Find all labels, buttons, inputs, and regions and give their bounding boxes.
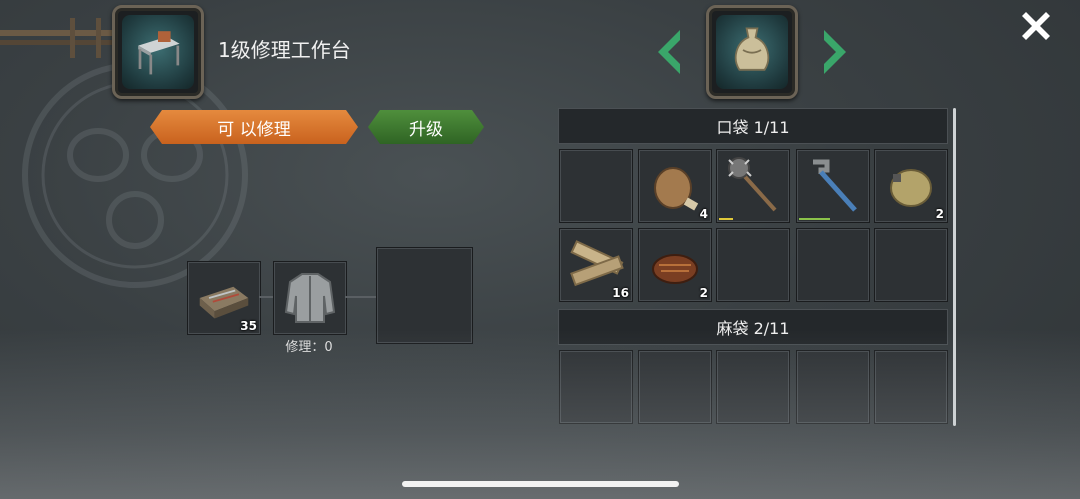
pocket-slot[interactable]: 4 (638, 149, 712, 223)
water-canteen-icon (890, 169, 932, 207)
sack-slot[interactable] (638, 350, 712, 424)
jacket-icon (284, 273, 336, 323)
upgrade-button[interactable]: 升级 (368, 110, 484, 144)
pocket-slot[interactable] (796, 228, 870, 302)
repair-button[interactable]: 可 以修理 (150, 110, 358, 144)
pocket-slot[interactable] (874, 228, 948, 302)
repair-count-label: 修理：0 (285, 340, 333, 355)
pipe-wrench-icon (813, 159, 857, 212)
next-container-arrow[interactable] (820, 28, 850, 76)
sack-icon (734, 27, 770, 71)
inventory-scrollbar[interactable] (953, 108, 956, 426)
pocket-header: 口袋 1/11 (558, 108, 948, 144)
previous-container-arrow[interactable] (654, 28, 684, 76)
sack-slot[interactable] (874, 350, 948, 424)
container-monitor (706, 5, 798, 99)
spiked-club-icon (728, 157, 777, 212)
item-count: 35 (240, 319, 257, 333)
cooked-meat-icon (652, 254, 698, 284)
item-count: 16 (612, 286, 629, 300)
repair-target-slot[interactable] (273, 261, 347, 335)
item-count: 4 (699, 207, 708, 221)
toolbox-icon (199, 286, 249, 319)
repair-output-slot[interactable] (376, 247, 473, 344)
pocket-slot[interactable]: 16 (559, 228, 633, 302)
pocket-slot[interactable]: 2 (638, 228, 712, 302)
pocket-slot[interactable]: 2 (874, 149, 948, 223)
sack-slot[interactable] (796, 350, 870, 424)
item-count: 2 (699, 286, 708, 300)
pocket-slot[interactable] (796, 149, 870, 223)
pocket-slot[interactable] (716, 228, 790, 302)
pocket-slot[interactable] (716, 149, 790, 223)
workbench-icon (138, 31, 180, 75)
repair-material-slot[interactable]: 35 (187, 261, 261, 335)
pocket-slot[interactable] (559, 149, 633, 223)
durability-bar (719, 218, 733, 220)
pipes-decoration (0, 18, 116, 58)
home-indicator[interactable] (402, 481, 679, 487)
connector-line (345, 296, 376, 298)
page-title: 1级修理工作台 (218, 38, 351, 62)
workstation-monitor (112, 5, 204, 99)
flask-icon (654, 167, 699, 211)
durability-bar (799, 218, 830, 220)
sack-slot[interactable] (716, 350, 790, 424)
sack-header: 麻袋 2/11 (558, 309, 948, 345)
sack-slot[interactable] (559, 350, 633, 424)
item-count: 2 (935, 207, 944, 221)
close-icon[interactable] (1020, 10, 1052, 42)
connector-line (259, 296, 273, 298)
